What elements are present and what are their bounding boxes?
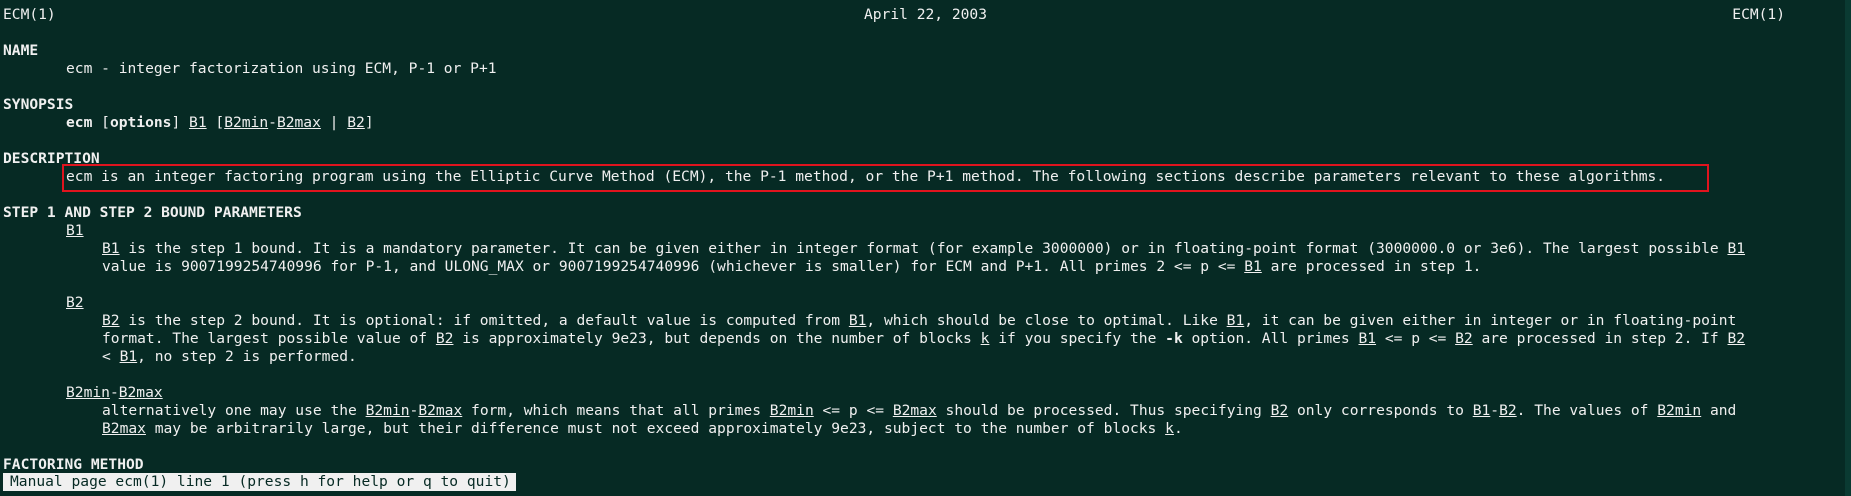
ref-b2min: B2min (1657, 402, 1702, 419)
text-run: - (409, 402, 419, 419)
section-heading-factoring: FACTORING METHOD (3, 456, 144, 473)
ref-k: k (1165, 420, 1174, 437)
terminal-window[interactable]: ECM(1) April 22, 2003 ECM(1) NAME ecm - … (0, 0, 1851, 496)
ref-b2min: B2min (769, 402, 814, 419)
text-run: , which should be close to optimal. Like (866, 312, 1227, 329)
text-run: , it can be given either in integer or i… (1244, 312, 1737, 329)
ref-b2: B2 (1455, 330, 1473, 347)
option-k: -k (1165, 330, 1183, 347)
text-run: may be arbitrarily large, but their diff… (145, 420, 1166, 437)
text-run: and (1701, 402, 1737, 419)
section-heading-step-params: STEP 1 AND STEP 2 BOUND PARAMETERS (3, 204, 302, 221)
text-run: are processed in step 1. (1261, 258, 1482, 275)
ref-b1: B1 (102, 240, 120, 257)
ref-b2: B2 (1727, 330, 1746, 347)
text-run: if you specify the (989, 330, 1166, 347)
term-b2: B2 (66, 294, 84, 311)
ref-b2max: B2max (418, 402, 463, 419)
text-run: <= p <= (1376, 330, 1456, 347)
synopsis-bracket: ] (364, 114, 374, 131)
ref-b2min: B2min (66, 384, 110, 401)
synopsis-b2: B2 (347, 114, 365, 131)
b2-desc-line-3: < B1, no step 2 is performed. (102, 348, 357, 366)
ref-b1: B1 (1226, 312, 1245, 329)
text-run: only corresponds to (1288, 402, 1473, 419)
ref-b2max: B2max (892, 402, 937, 419)
description-text: ecm is an integer factoring program usin… (66, 168, 1666, 185)
text-run: . (1173, 420, 1183, 437)
synopsis-b2min: B2min (224, 114, 269, 131)
synopsis-pipe: | (320, 114, 348, 131)
text-run: is the step 1 bound. It is a mandatory p… (119, 240, 1728, 257)
text-run: < (102, 348, 120, 365)
ref-b1: B1 (119, 348, 138, 365)
ref-b1: B1 (1472, 402, 1491, 419)
text-run: is the step 2 bound. It is optional: if … (119, 312, 849, 329)
name-text: ecm - integer factorization using ECM, P… (66, 60, 497, 77)
range-desc-line-2: B2max may be arbitrarily large, but thei… (102, 420, 1183, 438)
text-run: format. The largest possible value of (102, 330, 436, 347)
synopsis-dash: - (268, 114, 277, 131)
synopsis-bracket: [ (101, 114, 110, 131)
b2-desc-line-1: B2 is the step 2 bound. It is optional: … (102, 312, 1736, 330)
synopsis-line: ecm [options] B1 [B2min-B2max | B2] (66, 114, 374, 132)
synopsis-options: options (109, 114, 172, 131)
ref-b2: B2 (435, 330, 454, 347)
ref-b2max: B2max (102, 420, 146, 437)
text-run: - (1490, 402, 1500, 419)
header-right: ECM(1) (1732, 6, 1785, 23)
b2-desc-line-2: format. The largest possible value of B2… (102, 330, 1745, 348)
section-heading-synopsis: SYNOPSIS (3, 96, 74, 113)
synopsis-b2max: B2max (276, 114, 321, 131)
term-b2min-b2max: B2min-B2max (66, 384, 163, 402)
text-run: should be processed. Thus specifying (936, 402, 1271, 419)
ref-b1: B1 (1727, 240, 1746, 257)
text-run: . The values of (1516, 402, 1658, 419)
term-b1: B1 (66, 222, 84, 239)
ref-b2: B2 (1499, 402, 1517, 419)
ref-b1: B1 (1358, 330, 1377, 347)
text-run: are processed in step 2. If (1472, 330, 1728, 347)
section-heading-description: DESCRIPTION (3, 150, 100, 167)
text-run: alternatively one may use the (102, 402, 366, 419)
ref-b2: B2 (102, 312, 120, 329)
text-run: form, which means that all primes (462, 402, 770, 419)
text-run: <= p <= (813, 402, 893, 419)
header-date: April 22, 2003 (863, 6, 987, 23)
b1-desc-line-2: value is 9007199254740996 for P-1, and U… (102, 258, 1481, 276)
ref-b2max: B2max (118, 384, 163, 401)
ref-b2min: B2min (365, 402, 410, 419)
range-desc-line-1: alternatively one may use the B2min-B2ma… (102, 402, 1736, 420)
pager-status-bar: Manual page ecm(1) line 1 (press h for h… (3, 473, 516, 491)
text-run: value is 9007199254740996 for P-1, and U… (102, 258, 1245, 275)
synopsis-bracket: [ (206, 114, 225, 131)
text-run: , no step 2 is performed. (137, 348, 357, 365)
scrollbar[interactable] (1845, 0, 1851, 496)
text-run: is approximately 9e23, but depends on th… (453, 330, 981, 347)
b1-desc-line-1: B1 is the step 1 bound. It is a mandator… (102, 240, 1745, 258)
text-run: - (109, 384, 119, 401)
synopsis-bracket: ] (171, 114, 190, 131)
synopsis-b1: B1 (189, 114, 207, 131)
ref-b1: B1 (1244, 258, 1262, 275)
section-heading-name: NAME (3, 42, 39, 59)
ref-b1: B1 (848, 312, 867, 329)
ref-b2: B2 (1270, 402, 1289, 419)
synopsis-cmd: ecm (66, 114, 93, 131)
text-run: option. All primes (1182, 330, 1359, 347)
